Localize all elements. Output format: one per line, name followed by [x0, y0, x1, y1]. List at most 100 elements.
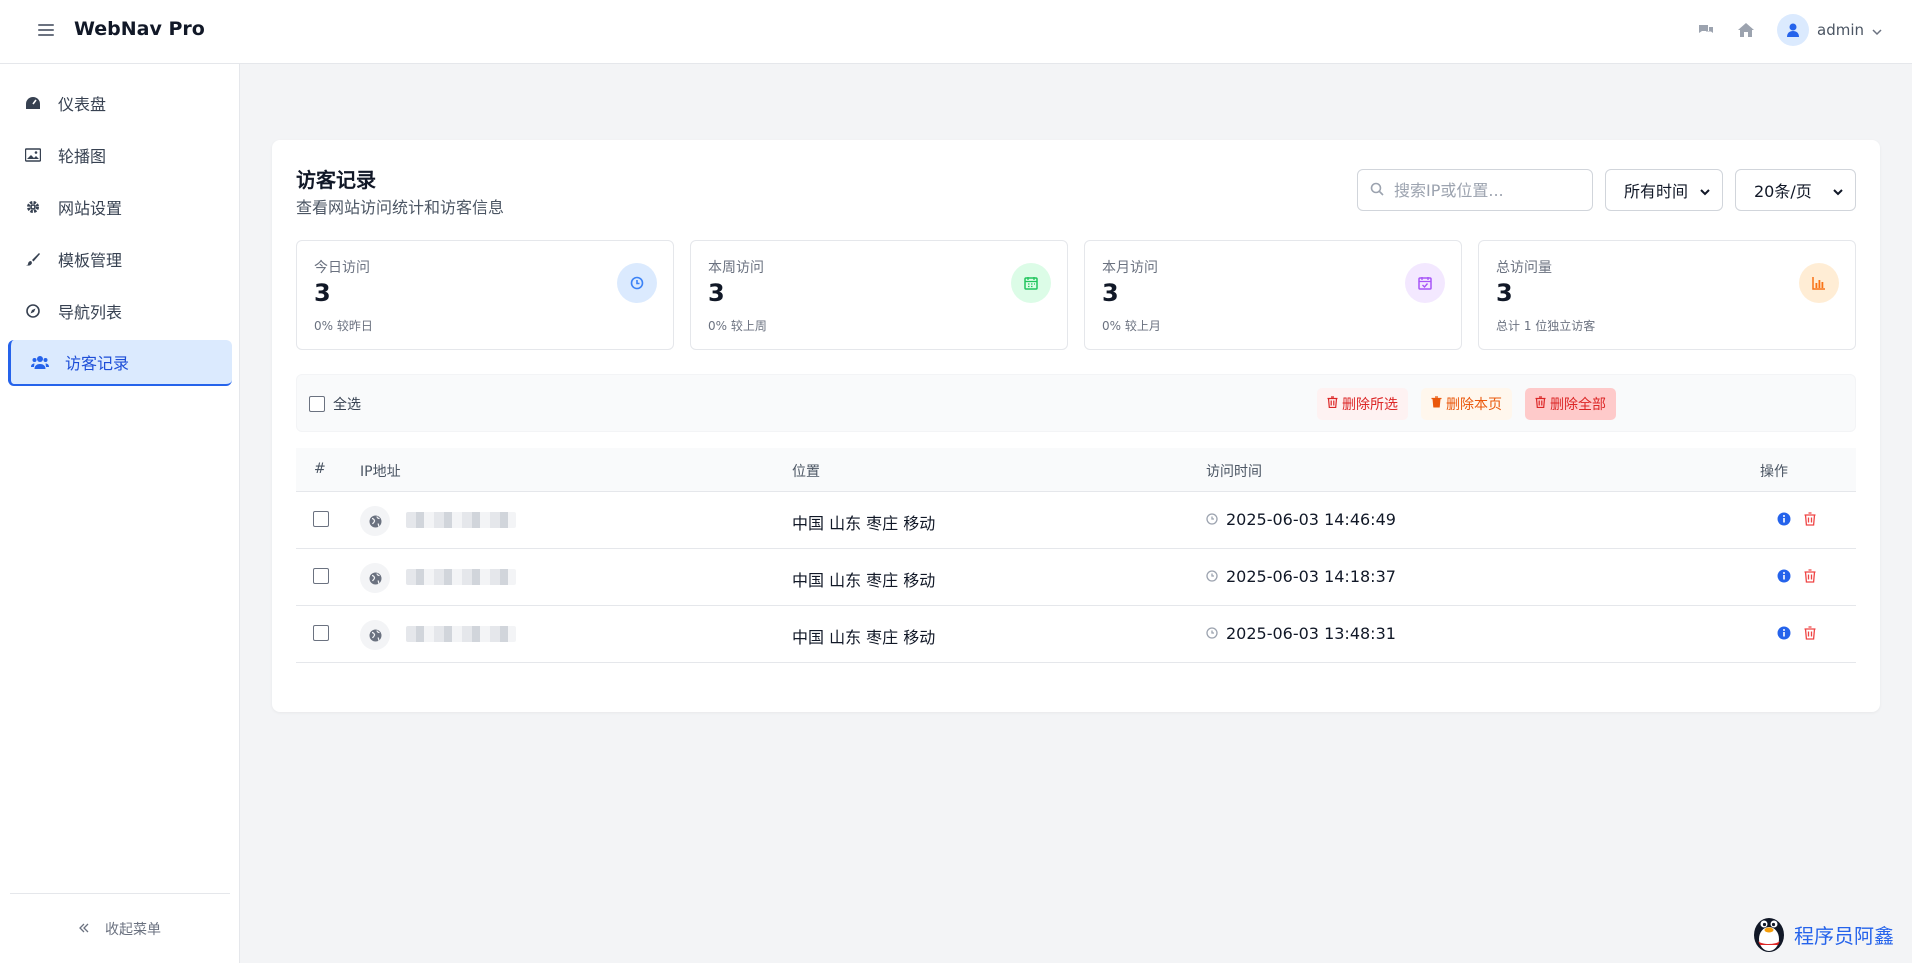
sidebar-item-templates[interactable]: 模板管理	[8, 236, 232, 282]
select-all[interactable]: 全选	[309, 394, 361, 414]
select-all-label: 全选	[333, 397, 361, 413]
trash-icon[interactable]	[1802, 568, 1818, 584]
bar-chart-icon	[1799, 263, 1839, 303]
header-actions: admin	[1697, 14, 1882, 46]
trash-icon	[1327, 396, 1338, 412]
menu-toggle-icon[interactable]	[38, 22, 54, 38]
row-actions	[1776, 625, 1818, 641]
sidebar-item-label: 网站设置	[58, 199, 123, 218]
brush-icon	[24, 250, 42, 268]
stat-card-total: 总访问量 3 总计 1 位独立访客	[1478, 240, 1856, 350]
sidebar-item-site-settings[interactable]: 网站设置	[8, 184, 232, 230]
clock-icon	[1206, 510, 1218, 529]
page-size-select[interactable]: 20条/页	[1735, 169, 1856, 211]
delete-all-button[interactable]: 删除全部	[1525, 388, 1616, 420]
chevron-down-icon	[1872, 21, 1882, 40]
watermark: 程序员阿鑫	[1750, 911, 1894, 958]
row-checkbox[interactable]	[313, 625, 329, 641]
double-chevron-left-icon	[79, 921, 89, 937]
table-header: # IP地址 位置 访问时间 操作	[296, 448, 1856, 492]
row-location: 中国 山东 枣庄 移动	[792, 514, 936, 533]
row-actions	[1776, 511, 1818, 527]
image-icon	[24, 146, 42, 164]
stat-card-month: 本月访问 3 0% 较上月	[1084, 240, 1462, 350]
col-location: 位置	[792, 464, 820, 480]
trash-icon	[1431, 396, 1442, 412]
stat-value: 3	[1102, 279, 1119, 307]
time-filter-value: 所有时间	[1624, 182, 1689, 201]
compass-icon	[24, 302, 42, 320]
visitor-records-card: 访客记录 查看网站访问统计和访客信息 所有时间 20条/页 今日访问 3 0% …	[272, 140, 1880, 712]
clock-icon	[1206, 624, 1218, 643]
trash-icon[interactable]	[1802, 625, 1818, 641]
row-checkbox[interactable]	[313, 511, 329, 527]
sidebar-item-nav-list[interactable]: 导航列表	[8, 288, 232, 334]
search-box	[1357, 169, 1593, 211]
stat-card-week: 本周访问 3 0% 较上周	[690, 240, 1068, 350]
avatar	[1777, 14, 1809, 46]
sidebar-item-label: 仪表盘	[58, 95, 107, 114]
clock-icon	[617, 263, 657, 303]
comments-icon[interactable]	[1697, 21, 1715, 39]
page-subtitle: 查看网站访问统计和访客信息	[296, 198, 505, 217]
stat-label: 今日访问	[314, 260, 370, 276]
info-icon[interactable]	[1776, 568, 1792, 584]
row-time: 2025-06-03 14:18:37	[1206, 567, 1396, 586]
delete-page-label: 删除本页	[1446, 397, 1502, 413]
globe-icon	[360, 563, 390, 593]
calendar-icon	[1011, 263, 1051, 303]
row-checkbox[interactable]	[313, 568, 329, 584]
stat-compare: 总计 1 位独立访客	[1496, 319, 1596, 333]
dashboard-icon	[24, 94, 42, 112]
sidebar-item-label: 轮播图	[58, 147, 107, 166]
search-input[interactable]	[1394, 180, 1574, 200]
row-location: 中国 山东 枣庄 移动	[792, 628, 936, 647]
table-row: 中国 山东 枣庄 移动 2025-06-03 13:48:31	[296, 606, 1856, 663]
home-icon[interactable]	[1737, 21, 1755, 39]
top-header: WebNav Pro admin	[0, 0, 1912, 64]
chevron-down-icon	[1833, 181, 1843, 200]
time-filter-select[interactable]: 所有时间	[1605, 169, 1723, 211]
collapse-menu-label: 收起菜单	[105, 921, 161, 938]
delete-selected-button[interactable]: 删除所选	[1317, 388, 1408, 420]
row-time-value: 2025-06-03 14:46:49	[1226, 510, 1396, 529]
trash-icon[interactable]	[1802, 511, 1818, 527]
penguin-icon	[1750, 911, 1788, 958]
chevron-down-icon	[1700, 181, 1710, 200]
sidebar-item-label: 访客记录	[65, 354, 130, 373]
brand-title: WebNav Pro	[74, 18, 205, 40]
trash-icon	[1535, 396, 1546, 412]
username: admin	[1817, 21, 1864, 39]
col-actions: 操作	[1760, 464, 1788, 480]
sidebar-item-dashboard[interactable]: 仪表盘	[8, 80, 232, 126]
sidebar-item-label: 模板管理	[58, 251, 123, 270]
stat-compare: 0% 较昨日	[314, 319, 373, 333]
globe-icon	[360, 620, 390, 650]
collapse-menu-button[interactable]: 收起菜单	[10, 893, 230, 963]
row-location: 中国 山东 枣庄 移动	[792, 571, 936, 590]
col-ip: IP地址	[360, 464, 401, 480]
delete-all-label: 删除全部	[1550, 397, 1606, 413]
watermark-text: 程序员阿鑫	[1794, 924, 1894, 948]
row-time-value: 2025-06-03 14:18:37	[1226, 567, 1396, 586]
row-time: 2025-06-03 14:46:49	[1206, 510, 1396, 529]
search-icon	[1370, 181, 1384, 200]
user-menu[interactable]: admin	[1777, 14, 1882, 46]
col-time: 访问时间	[1206, 464, 1262, 480]
row-actions	[1776, 568, 1818, 584]
sidebar-item-visitors[interactable]: 访客记录	[8, 340, 232, 386]
info-icon[interactable]	[1776, 625, 1792, 641]
stat-value: 3	[708, 279, 725, 307]
sidebar-item-carousel[interactable]: 轮播图	[8, 132, 232, 178]
stat-label: 总访问量	[1496, 260, 1552, 276]
page-size-value: 20条/页	[1754, 182, 1812, 201]
delete-page-button[interactable]: 删除本页	[1421, 388, 1512, 420]
gear-icon	[24, 198, 42, 216]
stat-compare: 0% 较上月	[1102, 319, 1161, 333]
select-all-checkbox[interactable]	[309, 396, 325, 412]
table-row: 中国 山东 枣庄 移动 2025-06-03 14:18:37	[296, 549, 1856, 606]
users-icon	[31, 353, 49, 371]
sidebar-item-label: 导航列表	[58, 303, 123, 322]
ip-address-redacted	[406, 626, 516, 642]
info-icon[interactable]	[1776, 511, 1792, 527]
